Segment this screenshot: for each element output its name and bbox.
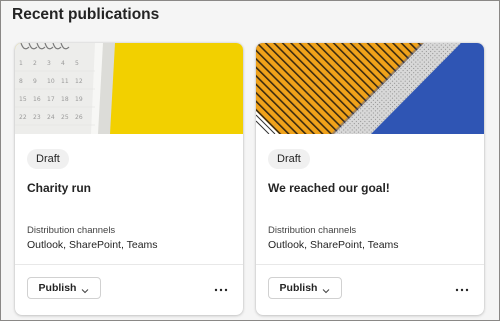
status-badge: Draft <box>268 149 310 169</box>
chevron-down-icon <box>322 285 330 294</box>
recent-publications-panel: Recent publications 12345 8 9 10 11 12 15 16 <box>0 0 500 321</box>
publication-card[interactable]: 12345 8 9 10 11 12 15 16 17 18 19 22 23 24 25 26 Dra… <box>15 43 243 315</box>
svg-text:10: 10 <box>47 78 55 85</box>
svg-text:4: 4 <box>61 60 65 67</box>
card-thumbnail-calendar: 12345 8 9 10 11 12 15 16 17 18 19 22 23 24 25 26 <box>15 43 243 134</box>
svg-text:22: 22 <box>19 114 27 121</box>
svg-text:9: 9 <box>33 78 37 85</box>
svg-text:3: 3 <box>47 60 51 67</box>
svg-text:19: 19 <box>75 96 83 103</box>
svg-text:2: 2 <box>33 60 37 67</box>
svg-text:26: 26 <box>75 114 83 121</box>
card-divider <box>15 264 243 265</box>
distribution-channels-label: Distribution channels <box>268 225 357 236</box>
publication-card[interactable]: Draft We reached our goal! Distribution … <box>256 43 484 315</box>
svg-text:1: 1 <box>19 60 23 67</box>
section-title: Recent publications <box>12 6 160 23</box>
card-title[interactable]: Charity run <box>27 181 91 195</box>
distribution-channels-label: Distribution channels <box>27 225 116 236</box>
more-horizontal-icon <box>455 279 469 297</box>
status-badge: Draft <box>27 149 69 169</box>
svg-text:5: 5 <box>75 60 79 67</box>
distribution-channels-value: Outlook, SharePoint, Teams <box>27 239 158 251</box>
publish-button[interactable]: Publish <box>268 277 342 299</box>
more-options-button[interactable] <box>452 279 472 297</box>
distribution-channels-value: Outlook, SharePoint, Teams <box>268 239 399 251</box>
card-thumbnail-building <box>256 43 484 134</box>
more-options-button[interactable] <box>211 279 231 297</box>
svg-text:15: 15 <box>19 96 27 103</box>
more-horizontal-icon <box>214 279 228 297</box>
publish-button[interactable]: Publish <box>27 277 101 299</box>
svg-text:11: 11 <box>61 78 69 85</box>
publish-button-label: Publish <box>38 282 77 294</box>
card-title[interactable]: We reached our goal! <box>268 181 390 195</box>
svg-text:25: 25 <box>61 114 69 121</box>
svg-text:23: 23 <box>33 114 41 121</box>
card-divider <box>256 264 484 265</box>
svg-text:8: 8 <box>19 78 23 85</box>
svg-text:12: 12 <box>75 78 83 85</box>
publish-button-label: Publish <box>279 282 318 294</box>
chevron-down-icon <box>81 285 89 294</box>
svg-text:17: 17 <box>47 96 55 103</box>
svg-text:18: 18 <box>61 96 69 103</box>
svg-text:16: 16 <box>33 96 41 103</box>
svg-text:24: 24 <box>47 114 55 121</box>
